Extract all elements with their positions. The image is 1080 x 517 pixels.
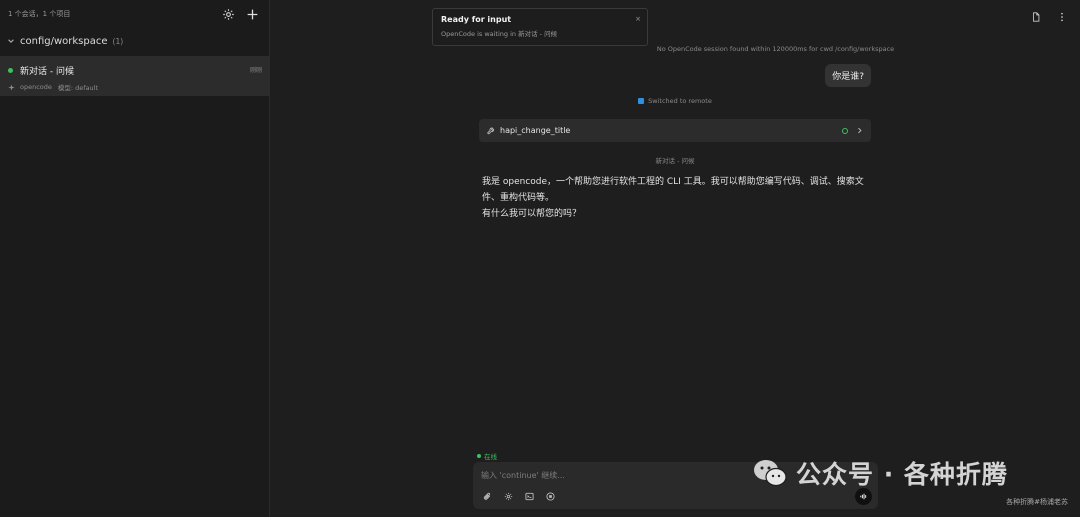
chevron-right-icon xyxy=(856,127,863,134)
connection-status: 在线 xyxy=(477,451,497,461)
workspace-count: (1) xyxy=(112,36,124,46)
status-dot xyxy=(8,68,13,73)
more-vertical-icon[interactable] xyxy=(1056,11,1068,23)
reply-line: 有什么我可以帮您的吗？ xyxy=(482,209,582,219)
reply-line: 我是 opencode，一个帮助您进行软件工程的 CLI 工具。我可以帮助您编写… xyxy=(482,177,864,187)
connection-status-text: 在线 xyxy=(484,453,497,461)
sidebar-header: 1 个会话，1 个项目 xyxy=(0,0,269,28)
session-meta: opencode 模型: default xyxy=(8,82,262,92)
toast-title: Ready for input xyxy=(441,15,512,24)
session-notice: No OpenCode session found within 120000m… xyxy=(656,45,895,53)
watermark-title: 公众号 · 各种折腾 xyxy=(796,460,1008,489)
gear-icon[interactable] xyxy=(221,7,235,21)
wechat-logo-icon xyxy=(754,460,787,487)
chevron-down-icon xyxy=(7,37,15,45)
session-label: 新对话 - 问候 xyxy=(655,157,695,165)
session-title-row: 新对话 - 问候 xyxy=(8,64,262,77)
session-model: 模型: default xyxy=(57,84,99,92)
checkbox-icon xyxy=(638,98,645,104)
voice-icon xyxy=(860,493,867,500)
mode-switch-notice: Switched to remote xyxy=(479,97,871,105)
gear-icon[interactable] xyxy=(503,491,513,501)
session-item[interactable]: 新对话 - 问候 刚刚 opencode 模型: default xyxy=(0,56,269,96)
tool-call-card[interactable]: hapi_change_title xyxy=(479,119,871,142)
file-icon[interactable] xyxy=(1030,11,1042,23)
toast-message: OpenCode is waiting in 新对话 - 问候 xyxy=(441,30,558,38)
watermark-subtitle: 各种折腾#杨浦老苏 xyxy=(1006,498,1068,506)
paperclip-icon[interactable] xyxy=(482,491,492,501)
wrench-icon xyxy=(487,127,495,135)
sidebar: 1 个会话，1 个项目 config/workspace (1) 新对话 - 问… xyxy=(0,0,270,517)
tool-name: hapi_change_title xyxy=(500,126,571,135)
close-icon[interactable]: × xyxy=(635,15,641,23)
composer-tools xyxy=(482,491,555,501)
session-time: 刚刚 xyxy=(249,67,262,74)
workspace-name: config/workspace xyxy=(20,35,108,47)
session-title: 新对话 - 问候 xyxy=(20,67,74,77)
online-dot xyxy=(477,454,481,458)
terminal-icon[interactable] xyxy=(524,491,534,501)
toast-notification: Ready for input OpenCode is waiting in 新… xyxy=(432,8,648,46)
chat-main: Ready for input OpenCode is waiting in 新… xyxy=(271,0,1080,517)
reply-line: 件、重构代码等。 xyxy=(482,193,555,203)
watermark: 公众号 · 各种折腾 xyxy=(752,455,1008,491)
session-agent: opencode xyxy=(20,83,52,91)
user-message: 你是谁? xyxy=(825,64,871,87)
session-summary: 1 个会话，1 个项目 xyxy=(8,10,71,18)
sidebar-actions xyxy=(221,7,259,21)
sparkle-icon xyxy=(8,83,15,91)
plus-icon[interactable] xyxy=(245,7,259,21)
stop-icon[interactable] xyxy=(545,491,555,501)
tool-status-icon xyxy=(842,127,848,134)
top-toolbar xyxy=(1030,11,1068,23)
workspace-group[interactable]: config/workspace (1) xyxy=(0,30,269,52)
assistant-reply: 我是 opencode，一个帮助您进行软件工程的 CLI 工具。我可以帮助您编写… xyxy=(482,174,872,222)
mode-switch-text: Switched to remote xyxy=(648,97,712,105)
